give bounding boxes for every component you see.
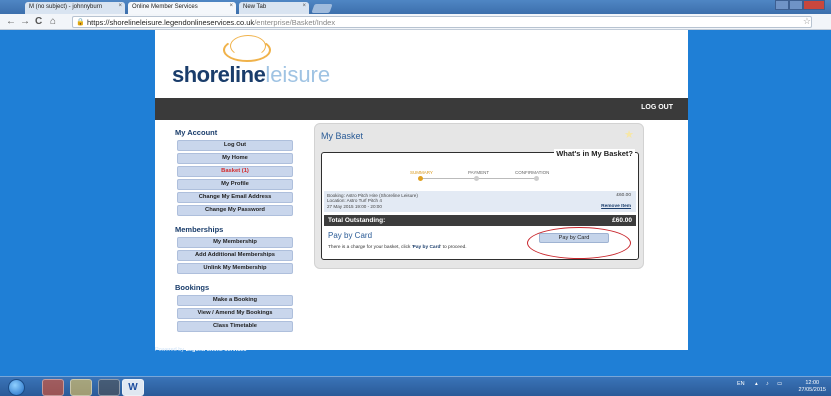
step-confirmation-label: CONFIRMATION <box>515 170 550 175</box>
url-path: /enterprise/Basket/Index <box>254 18 336 27</box>
page-container: shorelineleisure LOG OUT My Account Log … <box>155 30 688 350</box>
system-clock[interactable]: 12:00 27/05/2015 <box>798 380 826 394</box>
taskbar: W EN ▴ ♪ ▭ 12:00 27/05/2015 <box>0 376 831 396</box>
clock-date: 27/05/2015 <box>798 387 826 393</box>
sidebar: My Account Log Out My Home Basket (1) My… <box>175 128 295 334</box>
sidebar-section-title: Memberships <box>175 225 224 234</box>
sidebar-item-my-membership[interactable]: My Membership <box>177 237 293 248</box>
pay-by-card-heading: Pay by Card <box>328 231 373 240</box>
word-taskbar-icon[interactable]: W <box>122 379 144 396</box>
volume-icon[interactable]: ♪ <box>766 381 769 387</box>
step-payment-label: PAYMENT <box>468 170 490 175</box>
pay-by-card-instructions: There is a charge for your basket, click… <box>328 245 467 250</box>
instructions-text: ' to proceed. <box>440 245 467 250</box>
url-host: https://shorelineleisure.legendonlineser… <box>87 18 255 27</box>
close-icon[interactable]: × <box>302 3 306 9</box>
chrome-taskbar-icon[interactable] <box>42 379 64 396</box>
step-summary-dot <box>418 176 423 181</box>
sidebar-item-log-out[interactable]: Log Out <box>177 140 293 151</box>
reload-icon[interactable]: C <box>35 16 42 28</box>
logo-light-text: leisure <box>265 62 331 87</box>
instructions-text: There is a charge for your basket, click… <box>328 245 413 250</box>
highlight-annotation <box>527 227 631 259</box>
legend-link[interactable]: Legend online services <box>186 347 247 353</box>
home-icon[interactable]: ⌂ <box>50 16 56 28</box>
tab-label: M (no subject) - johnnyburn <box>29 4 103 10</box>
tab-gmail[interactable]: M (no subject) - johnnyburn × <box>25 2 125 14</box>
sidebar-item-add-memberships[interactable]: Add Additional Memberships <box>177 250 293 261</box>
sidebar-section-title: Bookings <box>175 283 210 292</box>
sidebar-item-view-bookings[interactable]: View / Amend My Bookings <box>177 308 293 319</box>
sidebar-item-my-home[interactable]: My Home <box>177 153 293 164</box>
sidebar-item-change-password[interactable]: Change My Password <box>177 205 293 216</box>
total-label: Total Outstanding: <box>328 217 386 224</box>
powered-by: Powered by Legend online services <box>155 347 246 353</box>
clock-time: 12:00 <box>805 380 820 386</box>
language-indicator[interactable]: EN <box>737 381 745 387</box>
media-taskbar-icon[interactable] <box>98 379 120 396</box>
item-datetime: 27 May 2015 19:00 - 20:00 <box>327 203 382 209</box>
remove-item-link[interactable]: Remove Item <box>601 204 631 209</box>
minimize-button[interactable] <box>775 0 789 10</box>
tab-label: Online Member Services <box>132 4 198 10</box>
window-close-button[interactable] <box>803 0 825 10</box>
bookmark-star-icon[interactable]: ☆ <box>803 16 811 27</box>
progress-line <box>420 178 538 179</box>
step-summary-label: SUMMARY <box>410 170 433 175</box>
maximize-button[interactable] <box>789 0 803 10</box>
start-button[interactable] <box>8 379 25 396</box>
logout-link[interactable]: LOG OUT <box>641 104 673 111</box>
logo-bold-text: shoreline <box>172 62 266 87</box>
step-confirmation-dot <box>534 176 539 181</box>
sidebar-item-basket[interactable]: Basket (1) <box>177 166 293 177</box>
total-value: £60.00 <box>612 217 632 224</box>
tab-online-member-services[interactable]: Online Member Services × <box>128 2 236 14</box>
basket-item-row: Booking: Astro Pitch Hire (Shoreline Lei… <box>324 191 636 212</box>
sidebar-item-unlink-membership[interactable]: Unlink My Membership <box>177 263 293 274</box>
sidebar-item-class-timetable[interactable]: Class Timetable <box>177 321 293 332</box>
total-bar: Total Outstanding: £60.00 <box>324 215 636 226</box>
browser-tab-bar: M (no subject) - johnnyburn × Online Mem… <box>0 0 831 14</box>
sidebar-item-my-profile[interactable]: My Profile <box>177 179 293 190</box>
close-icon[interactable]: × <box>118 3 122 9</box>
tray-arrow-icon[interactable]: ▴ <box>755 381 758 387</box>
lock-icon: 🔒 <box>76 19 85 26</box>
forward-arrow-icon[interactable]: → <box>20 16 30 28</box>
basket-title: My Basket <box>321 131 364 141</box>
back-arrow-icon[interactable]: ← <box>6 16 16 28</box>
sidebar-item-make-booking[interactable]: Make a Booking <box>177 295 293 306</box>
header-bar: LOG OUT <box>155 98 688 120</box>
step-payment-dot <box>474 176 479 181</box>
tab-label: New Tab <box>243 4 267 10</box>
new-tab-button[interactable] <box>311 4 333 13</box>
address-bar[interactable]: 🔒 https://shorelineleisure.legendonlines… <box>72 16 812 28</box>
powered-by-text: Powered by <box>155 347 186 353</box>
item-price: £60.00 <box>616 193 631 198</box>
sidebar-section-title: My Account <box>175 128 218 137</box>
explorer-taskbar-icon[interactable] <box>70 379 92 396</box>
network-icon[interactable]: ▭ <box>777 381 782 387</box>
site-logo[interactable]: shorelineleisure <box>172 62 330 88</box>
star-icon: ★ <box>624 129 634 141</box>
close-icon[interactable]: × <box>229 3 233 9</box>
logo-swoosh-icon <box>230 35 266 57</box>
tab-new-tab[interactable]: New Tab × <box>239 2 309 14</box>
browser-toolbar: ← → C ⌂ 🔒 https://shorelineleisure.legen… <box>0 14 831 30</box>
instructions-link-text: Pay by Card <box>412 245 441 250</box>
basket-heading: What's in My Basket? <box>554 149 635 158</box>
sidebar-item-change-email[interactable]: Change My Email Address <box>177 192 293 203</box>
